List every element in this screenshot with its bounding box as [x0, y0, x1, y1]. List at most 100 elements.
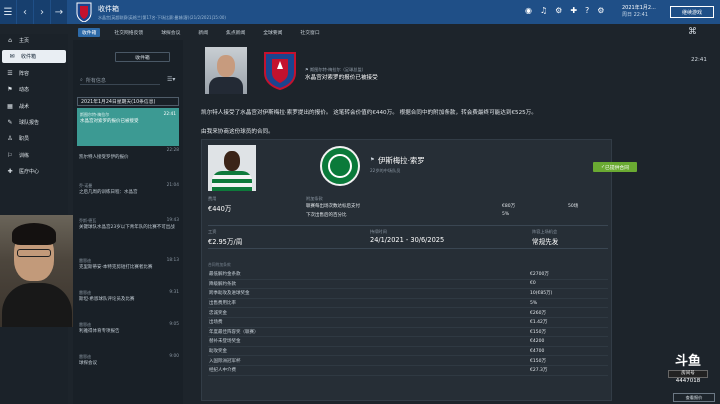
sidebar-item-medical[interactable]: ✚ 医疗中心: [0, 165, 68, 178]
table-row: 跨季助攻及进球奖金 10(€85万): [208, 289, 608, 299]
tab-scout-meeting[interactable]: 球探会议: [157, 28, 184, 37]
message-body: 凯尔特人接受了水晶宫对伊斯梅拉·索罗提出的报价。 这笔转会价值约€440万。 根…: [201, 110, 537, 116]
board-icon: ▦: [7, 102, 13, 110]
wage-value: €2.95万/周: [208, 238, 243, 246]
message-subject: 利雅得体育专项报告: [79, 328, 120, 334]
table-row: 最低解约金条款 €2700万: [208, 270, 608, 280]
tab-social-window[interactable]: 社交窗口: [296, 28, 323, 37]
transfer-card: ⚑ 伊斯梅拉·索罗 22岁的中场队员 ✓ 已提供合同 费用 €440万 附加条款…: [201, 139, 637, 401]
sidebar-item-squad[interactable]: ☰ 阵容: [0, 67, 68, 80]
table-row: 入国际洲冠军杯 €150万: [208, 356, 608, 366]
fee-value: €440万: [208, 205, 232, 213]
message-subject: 斯坦·希恩球队评论员及比赛: [79, 296, 135, 302]
arrow-right-icon: →: [54, 6, 64, 18]
gear-icon[interactable]: ⚙: [597, 6, 604, 15]
message-title: 水晶宫对索罗的报价已被接受: [305, 75, 378, 81]
player-name[interactable]: 伊斯梅拉·索罗: [378, 155, 425, 166]
filter-menu-icon[interactable]: ☰▾: [167, 76, 175, 83]
sidebar-item-label: 训练: [19, 152, 30, 159]
person-icon[interactable]: ◉: [525, 6, 532, 15]
sidebar-item-label: 阵容: [19, 70, 30, 77]
contract-offered-button[interactable]: ✓ 已提供合同: [593, 162, 637, 172]
clause-value: 5%: [530, 300, 538, 306]
list-item[interactable]: 斯图尔特·梅拉尔 22:41 水晶宫对索罗的报价已被接受: [77, 108, 179, 146]
tab-social-feedback[interactable]: 社交网络反馈: [110, 28, 147, 37]
sidebar-item-training[interactable]: ⚐ 训练: [0, 149, 68, 162]
squad-status-label: 阵容上场机会: [532, 229, 558, 234]
room-tag: 房间号: [668, 370, 708, 378]
list-item[interactable]: 22:28 凯尔特人接受罗伊的报价: [77, 148, 179, 161]
webcam-overlay: [0, 215, 73, 327]
contract-length-value: 24/1/2021 - 30/6/2025: [370, 236, 445, 244]
contract-offered-label: 已提供合同: [605, 165, 630, 171]
clause-name: 经纪人中介费: [209, 368, 236, 374]
mail-icon: ✉: [9, 53, 15, 61]
page-subtitle: 水晶宫|英超联赛(英格兰)第17名-下场比赛:曼城(客)(21/2/2021|1…: [98, 14, 226, 20]
list-icon: ☰: [7, 69, 13, 77]
search-placeholder: 所有信息: [85, 77, 106, 84]
message-subject: 克里斯蒂安·本特克剪短打比赛者比赛: [79, 264, 153, 270]
sidebar-item-staff[interactable]: ♙ 职员: [0, 132, 68, 145]
list-item[interactable]: 雷恩迪 9:05 利雅得体育专项报告: [77, 322, 179, 335]
message-time: 18:13: [166, 258, 179, 263]
streamer-hair: [12, 223, 56, 245]
music-icon[interactable]: ♫: [540, 6, 547, 15]
back-button[interactable]: ‹: [17, 0, 33, 24]
table-row: 年度最佳阵容奖（联赛） €150万: [208, 328, 608, 338]
forward-button[interactable]: ›: [34, 0, 50, 24]
clause-value: €260万: [530, 310, 546, 316]
tab-inbox[interactable]: 收件箱: [78, 28, 101, 37]
tab-focus-news[interactable]: 焦点新闻: [222, 28, 249, 37]
clause-label: 附加条款: [306, 196, 323, 201]
game-date: 2021年1月2... 周日 22:41: [622, 5, 656, 19]
glasses-icon: [17, 249, 51, 257]
streamer-body: [2, 283, 72, 327]
list-item[interactable]: 乔斯·德瓦 19:43 关键球队水晶宫23岁以下青年队的比赛不可出战: [77, 218, 179, 231]
continue-button[interactable]: 继续游戏: [670, 6, 714, 18]
sidebar-item-inbox[interactable]: ✉ 收件箱: [2, 50, 66, 64]
sidebar-item-team-report[interactable]: ✎ 球队报告: [0, 116, 68, 129]
list-item[interactable]: 雷恩迪 9:31 斯坦·希恩球队评论员及比赛: [77, 290, 179, 303]
table-header: 合同附加条款: [208, 262, 231, 267]
message-from: 乔·诺曼: [79, 183, 93, 188]
controller-icon[interactable]: ⌘: [688, 27, 697, 37]
inbox-folder-button[interactable]: 收件箱: [115, 52, 170, 62]
clause-name: 出售费用比率: [209, 301, 236, 307]
settings-icon[interactable]: ⚙: [555, 6, 562, 15]
view-offer-button[interactable]: 查看报价: [673, 393, 715, 402]
tab-global-news[interactable]: 全球要闻: [259, 28, 286, 37]
clause-value: €0: [530, 281, 536, 287]
clause-row-amount: 5%: [502, 212, 510, 217]
wage-label: 工资: [208, 229, 217, 234]
list-item[interactable]: 乔·诺曼 21:04 之后几周的训练日程：水晶宫: [77, 183, 179, 196]
sidebar-item-label: 医疗中心: [19, 169, 40, 176]
sidebar-item-dynamics[interactable]: ⚑ 动态: [0, 83, 68, 96]
date-line: 2021年1月2...: [622, 5, 656, 11]
go-button[interactable]: →: [51, 0, 67, 24]
message-time: 19:43: [166, 218, 179, 223]
fee-label: 费用: [208, 196, 217, 201]
sidebar-item-home[interactable]: ⌂ 主页: [0, 34, 68, 47]
divider: [208, 225, 608, 226]
message-from: 斯图尔特·梅拉尔: [80, 112, 110, 117]
tab-news[interactable]: 新闻: [194, 28, 212, 37]
sidebar-item-label: 职员: [19, 136, 30, 143]
list-item[interactable]: 雷恩迪 9:00 球探会议: [77, 354, 179, 367]
menu-button[interactable]: ☰: [0, 0, 16, 24]
report-icon: ✎: [7, 118, 13, 126]
message-subject: 凯尔特人接受罗伊的报价: [79, 154, 129, 160]
table-row: 忠诚奖金 €260万: [208, 308, 608, 318]
search-input[interactable]: ⌕ 所有信息: [80, 76, 160, 85]
page-title: 收件箱: [98, 4, 119, 13]
list-item[interactable]: 雷恩迪 18:13 克里斯蒂安·本特克剪短打比赛者比赛: [77, 258, 179, 271]
sidebar-item-tactics[interactable]: ▦ 战术: [0, 100, 68, 113]
crystal-palace-crest-icon: [264, 52, 296, 90]
player-photo[interactable]: [208, 145, 256, 191]
add-icon[interactable]: ✚: [570, 6, 577, 15]
help-icon[interactable]: ?: [585, 6, 589, 15]
clause-name: 出场费: [209, 320, 223, 326]
club-crest-icon: [76, 2, 92, 22]
message-subject: 水晶宫对索罗的报价已被接受: [80, 118, 139, 124]
date-group-header: 2021年1月24日星期天(10条信息): [77, 97, 179, 106]
inbox-panel: 收件箱 ⌕ 所有信息 ☰▾ 2021年1月24日星期天(10条信息) 斯图尔特·梅…: [73, 40, 183, 404]
